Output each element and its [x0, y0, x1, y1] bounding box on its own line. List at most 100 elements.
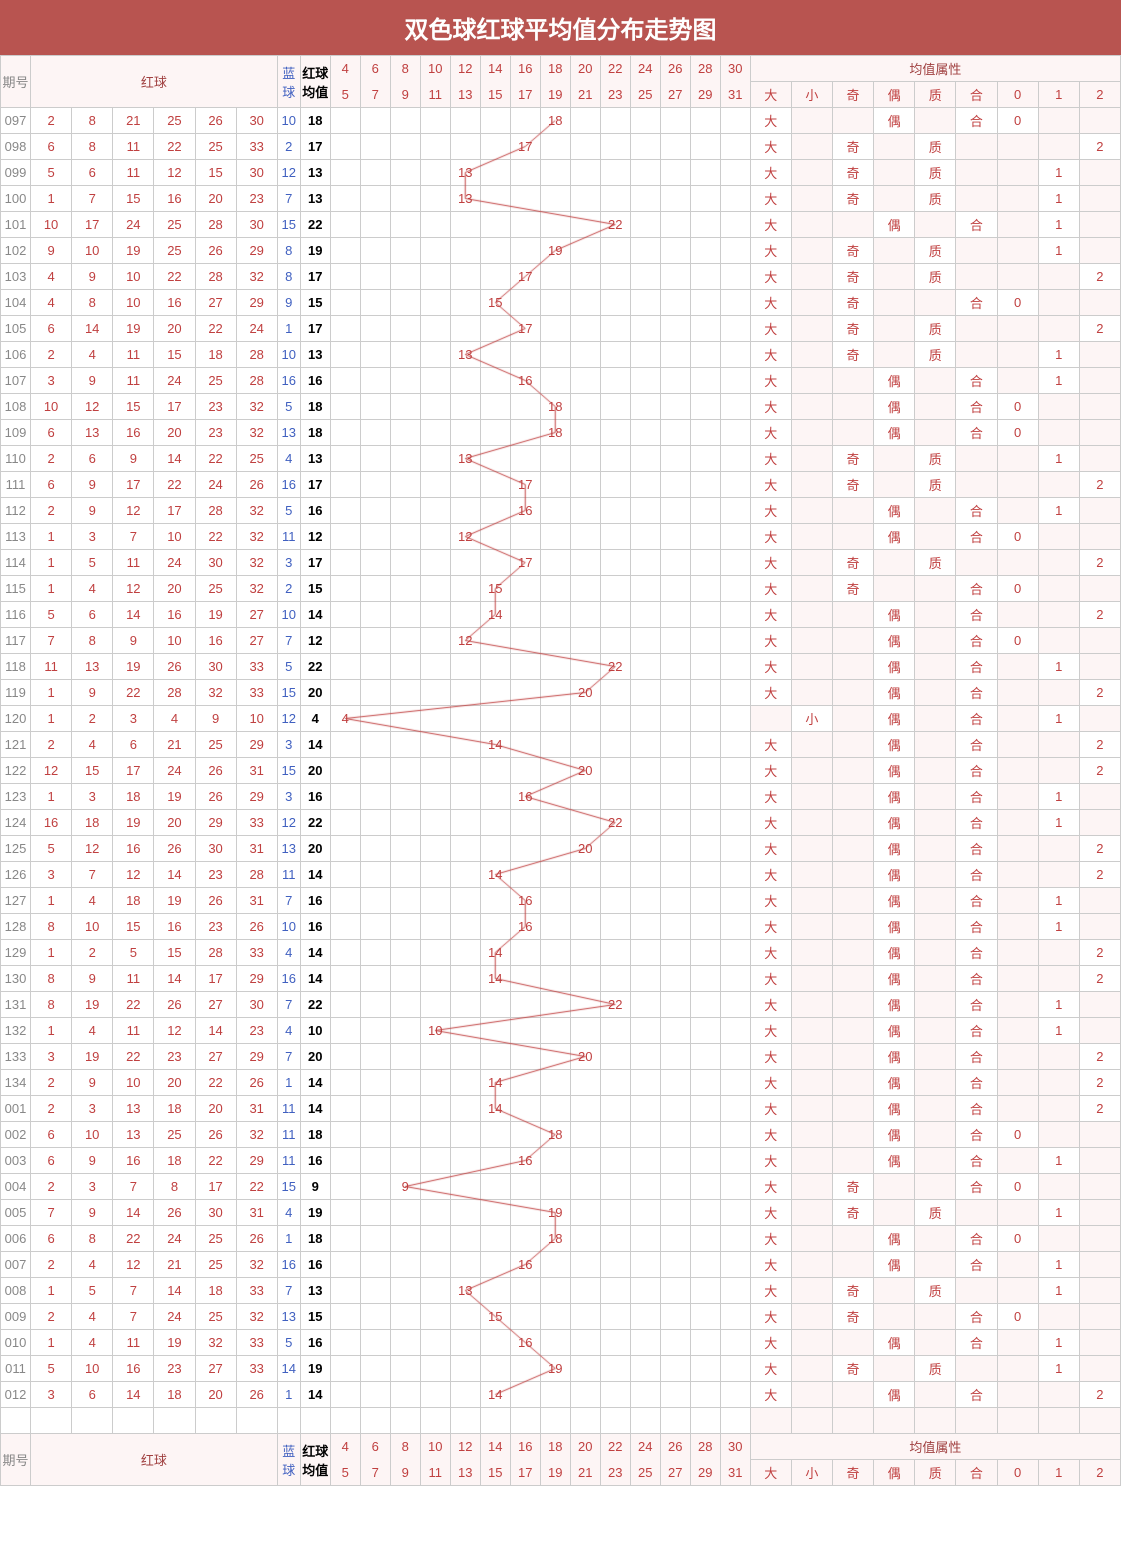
cell-blue: 12 — [277, 160, 300, 186]
cell-trend — [690, 1200, 720, 1226]
cell-attr-blank — [833, 1096, 874, 1122]
cell-issue: 122 — [1, 758, 31, 784]
cell-attr-合: 合 — [956, 810, 997, 836]
cell-trend — [690, 914, 720, 940]
cell-attr-质: 质 — [915, 550, 956, 576]
cell-trend — [390, 1122, 420, 1148]
cell-trend — [540, 1252, 570, 1278]
cell-attr-奇: 奇 — [833, 1356, 874, 1382]
cell-trend — [540, 1174, 570, 1200]
cell-attr-blank — [833, 108, 874, 134]
cell-red: 1 — [31, 550, 72, 576]
hdr-trend-1b: 7 — [360, 82, 390, 108]
cell-attr-2: 2 — [1079, 550, 1120, 576]
cell-attr-blank — [833, 758, 874, 784]
table-row: 113137102232111212大偶合0 — [1, 524, 1121, 550]
hdr-issue: 期号 — [1, 1434, 31, 1486]
hdr-attr-小: 小 — [791, 82, 832, 108]
cell-red: 12 — [113, 862, 154, 888]
cell-trend — [480, 628, 510, 654]
cell-attr-0: 0 — [997, 108, 1038, 134]
cell-trend — [510, 680, 540, 706]
cell-trend — [600, 1304, 630, 1330]
cell-attr-2: 2 — [1079, 316, 1120, 342]
cell-attr-blank — [791, 914, 832, 940]
cell-trend — [390, 1226, 420, 1252]
cell-attr-blank — [956, 446, 997, 472]
cell-trend — [690, 446, 720, 472]
cell-trend — [450, 758, 480, 784]
cell-trend — [420, 1226, 450, 1252]
cell-trend — [480, 1044, 510, 1070]
cell-trend — [720, 498, 750, 524]
cell-attr-blank — [1038, 576, 1079, 602]
cell-trend — [510, 576, 540, 602]
cell-trend — [450, 732, 480, 758]
cell-red: 26 — [154, 992, 195, 1018]
cell-trend — [450, 290, 480, 316]
cell-trend — [600, 368, 630, 394]
cell-trend — [690, 1018, 720, 1044]
cell-trend — [510, 1356, 540, 1382]
cell-trend — [480, 420, 510, 446]
hdr-trend-7: 18 — [540, 56, 570, 82]
cell-trend — [420, 1304, 450, 1330]
cell-attr-大: 大 — [750, 576, 791, 602]
cell-trend — [570, 1200, 600, 1226]
cell-trend — [420, 1122, 450, 1148]
cell-attr-blank — [791, 1018, 832, 1044]
cell-attr-blank — [1038, 1304, 1079, 1330]
cell-red: 24 — [154, 758, 195, 784]
cell-red: 7 — [113, 1174, 154, 1200]
cell-red: 4 — [72, 1330, 113, 1356]
cell-red: 12 — [113, 576, 154, 602]
cell-trend — [360, 1304, 390, 1330]
cell-avg: 20 — [300, 836, 330, 862]
cell-attr-合: 合 — [956, 1252, 997, 1278]
cell-trend — [660, 732, 690, 758]
cell-trend — [390, 706, 420, 732]
cell-attr-blank — [833, 1148, 874, 1174]
cell-trend — [600, 550, 630, 576]
cell-trend — [390, 1018, 420, 1044]
cell-red: 29 — [236, 238, 277, 264]
cell-attr-blank — [915, 1252, 956, 1278]
cell-trend — [450, 498, 480, 524]
cell-trend — [660, 810, 690, 836]
cell-attr-合: 合 — [956, 368, 997, 394]
cell-blue: 16 — [277, 966, 300, 992]
cell-blue: 4 — [277, 940, 300, 966]
cell-red: 5 — [72, 1278, 113, 1304]
cell-trend — [540, 602, 570, 628]
cell-attr-奇: 奇 — [833, 446, 874, 472]
cell-attr-blank — [791, 602, 832, 628]
cell-attr-blank — [956, 316, 997, 342]
cell-trend-hit: 20 — [570, 680, 600, 706]
cell-trend — [660, 654, 690, 680]
cell-red: 17 — [154, 394, 195, 420]
cell-attr-blank — [791, 186, 832, 212]
cell-attr-blank — [997, 1330, 1038, 1356]
cell-trend — [360, 810, 390, 836]
cell-avg: 15 — [300, 1304, 330, 1330]
hdr-trend-1b: 7 — [360, 1460, 390, 1486]
cell-red: 4 — [31, 290, 72, 316]
cell-attr-blank — [997, 758, 1038, 784]
cell-avg: 16 — [300, 784, 330, 810]
cell-red: 32 — [236, 1122, 277, 1148]
cell-trend — [630, 888, 660, 914]
cell-trend-hit: 17 — [510, 134, 540, 160]
cell-attr-blank — [833, 706, 874, 732]
cell-trend-hit: 15 — [480, 290, 510, 316]
cell-red: 27 — [236, 602, 277, 628]
cell-attr-blank — [1079, 238, 1120, 264]
cell-trend — [330, 550, 360, 576]
cell-trend — [720, 602, 750, 628]
cell-blue: 10 — [277, 602, 300, 628]
cell-blue: 1 — [277, 1382, 300, 1408]
cell-trend — [690, 368, 720, 394]
cell-trend-hit: 4 — [330, 706, 360, 732]
cell-attr-2: 2 — [1079, 680, 1120, 706]
cell-red: 9 — [72, 1070, 113, 1096]
cell-trend — [360, 784, 390, 810]
